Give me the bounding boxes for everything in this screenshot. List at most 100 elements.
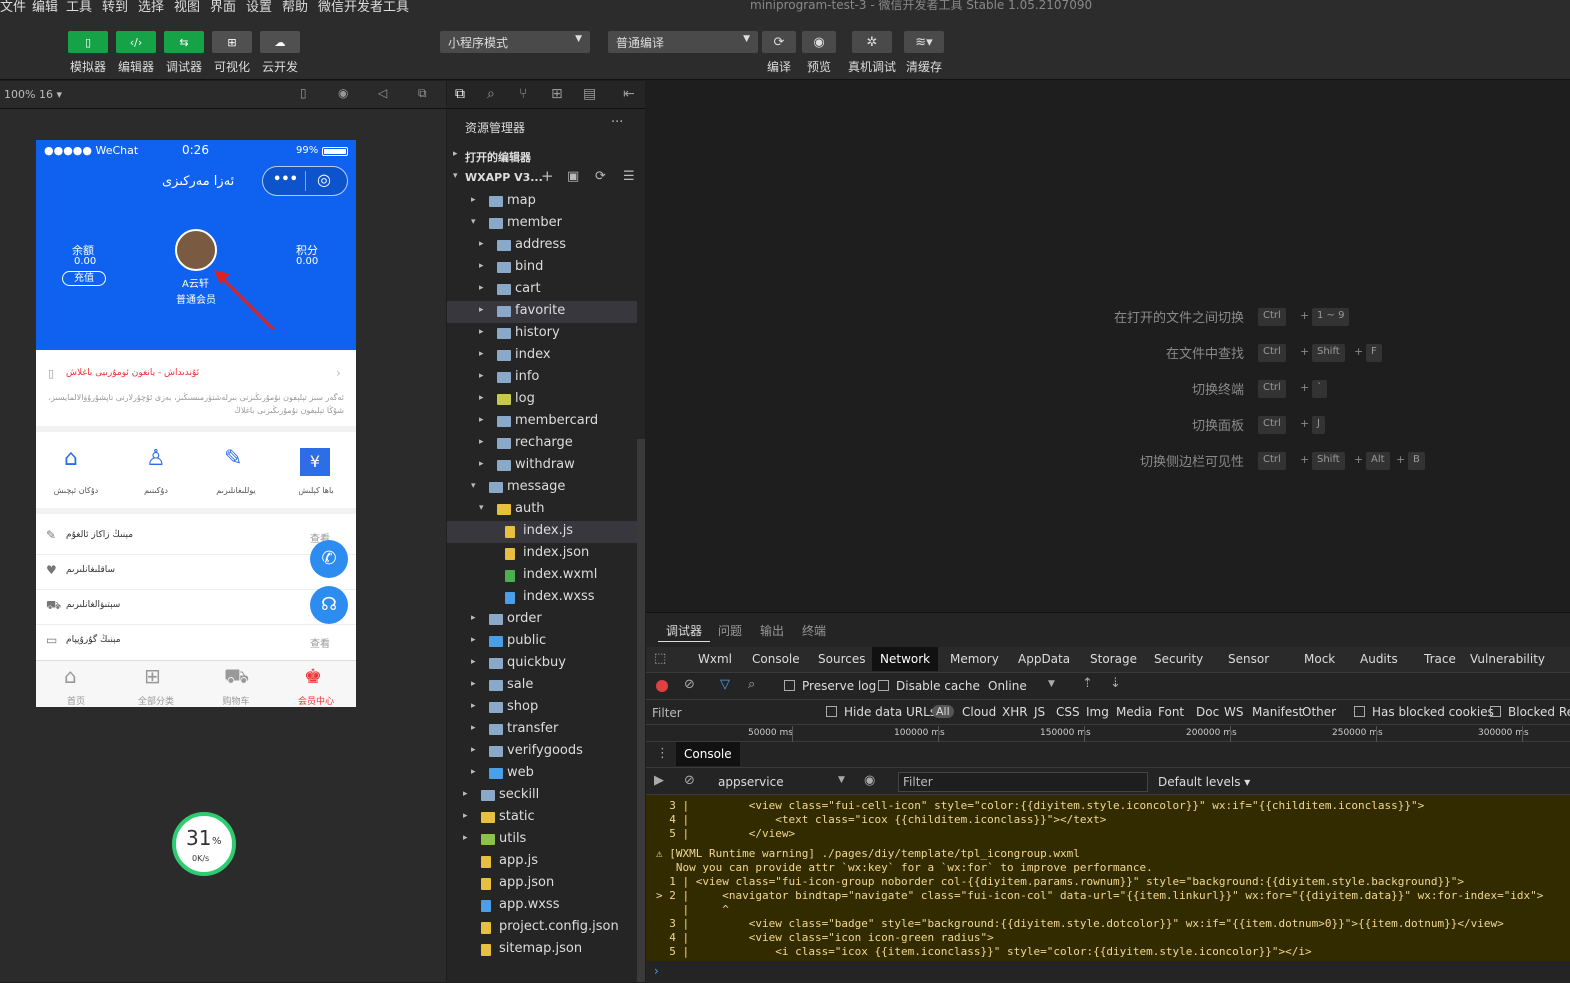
devtools-tab-appdata[interactable]: AppData xyxy=(1010,647,1078,671)
devtools-tab-storage[interactable]: Storage xyxy=(1082,647,1145,671)
preview-button[interactable]: ◉ xyxy=(802,31,836,53)
tree-item[interactable]: ▸ bind xyxy=(447,257,637,279)
grid-item-posts[interactable]: ✎ يوللىغانلىرىم xyxy=(196,438,276,508)
filter-type-css[interactable]: CSS xyxy=(1056,705,1080,719)
filter-type-all[interactable]: All xyxy=(932,705,954,718)
simulator-toggle-button[interactable]: ▯ xyxy=(68,31,108,53)
tab-member-center[interactable]: ♚ 会员中心 xyxy=(276,661,356,707)
tree-item[interactable]: app.js xyxy=(447,851,637,873)
new-folder-icon[interactable]: ▣ xyxy=(567,169,579,184)
tree-item[interactable]: ▸ transfer xyxy=(447,719,637,741)
devtools-tab-security[interactable]: Security xyxy=(1146,647,1211,671)
devtools-tab-network[interactable]: Network xyxy=(872,647,939,671)
menu-view[interactable]: 视图 xyxy=(174,0,200,12)
devtools-tab-sensor[interactable]: Sensor xyxy=(1220,647,1277,671)
network-speed-widget[interactable]: 31 % 0K/s xyxy=(172,812,236,876)
tree-item[interactable]: ▸ cart xyxy=(447,279,637,301)
tree-item[interactable]: app.wxss xyxy=(447,895,637,917)
collapse-sidebar-icon[interactable]: ⇤ xyxy=(623,86,635,102)
clear-console-icon[interactable]: ⊘ xyxy=(684,773,695,788)
search-icon[interactable]: ⌕ xyxy=(487,86,495,102)
devtools-tab-wxml[interactable]: Wxml xyxy=(690,647,740,671)
tree-item[interactable]: ▸ seckill xyxy=(447,785,637,807)
menu-file[interactable]: 文件 xyxy=(0,0,26,12)
blocked-requests-checkbox[interactable] xyxy=(1490,706,1501,717)
tree-item[interactable]: ▸ web xyxy=(447,763,637,785)
log-levels-select[interactable]: Default levels ▾ xyxy=(1158,775,1250,789)
compile-button[interactable]: ⟳ xyxy=(762,31,796,53)
tree-item[interactable]: ▸ favorite xyxy=(447,301,637,323)
devtools-tab-vulnerability[interactable]: Vulnerability xyxy=(1462,647,1553,671)
tab-home[interactable]: ⌂ 首页 xyxy=(36,661,116,707)
tree-item[interactable]: index.wxss xyxy=(447,587,637,609)
git-branch-icon[interactable]: ⑂ xyxy=(519,86,527,102)
tree-item[interactable]: app.json xyxy=(447,873,637,895)
detach-window-icon[interactable]: ⧉ xyxy=(418,86,427,101)
tree-item[interactable]: ▸ verifygoods xyxy=(447,741,637,763)
tree-item[interactable]: ▸ public xyxy=(447,631,637,653)
tree-item[interactable]: ▸ history xyxy=(447,323,637,345)
notice-card[interactable]: ▯ ئۇندىداش - يانغون ئومۇرىيى باغلاش › ئە… xyxy=(36,358,356,432)
tree-item[interactable]: ▸ utils xyxy=(447,829,637,851)
console-drawer-tab[interactable]: Console xyxy=(676,742,740,766)
filter-type-img[interactable]: Img xyxy=(1086,705,1109,719)
zoom-select[interactable]: 100% 16 ▾ xyxy=(4,88,62,101)
record-button[interactable] xyxy=(656,680,668,692)
devtools-tab-mock[interactable]: Mock xyxy=(1296,647,1343,671)
collapse-all-icon[interactable]: ☰ xyxy=(623,169,635,184)
project-section[interactable]: ▾ WXAPP V3... + ▣ ⟳ ☰ xyxy=(447,167,645,189)
debugger-toggle-button[interactable]: ⇆ xyxy=(164,31,204,53)
grid-item-open-shop[interactable]: ⌂ دۇكان ئېچىش xyxy=(36,438,116,508)
tree-item[interactable]: ▾ member xyxy=(447,213,637,235)
filter-type-font[interactable]: Font xyxy=(1158,705,1184,719)
phone-call-button[interactable]: ✆ xyxy=(310,540,348,578)
filter-type-other[interactable]: Other xyxy=(1302,705,1336,719)
tree-item[interactable]: ▸ index xyxy=(447,345,637,367)
close-target-icon[interactable]: ◎ xyxy=(317,170,331,189)
inspect-element-icon[interactable]: ⬚ xyxy=(654,651,666,666)
eye-icon[interactable]: ◉ xyxy=(864,773,875,788)
clear-cache-button[interactable]: ≋▾ xyxy=(904,31,944,53)
explorer-scrollbar[interactable] xyxy=(637,439,645,982)
menu-tools[interactable]: 工具 xyxy=(66,0,92,12)
remote-debug-button[interactable]: ✲ xyxy=(852,31,892,53)
tree-item[interactable]: index.js xyxy=(447,521,637,543)
avatar[interactable] xyxy=(175,229,217,271)
tree-item[interactable]: index.json xyxy=(447,543,637,565)
clear-icon[interactable]: ⊘ xyxy=(684,677,695,692)
device-icon[interactable]: ▯ xyxy=(300,86,307,100)
upload-icon[interactable]: ⇡ xyxy=(1082,676,1093,691)
tree-item[interactable]: ▾ auth xyxy=(447,499,637,521)
tree-item[interactable]: project.config.json xyxy=(447,917,637,939)
panel-icon[interactable]: ▤ xyxy=(583,86,596,102)
new-file-icon[interactable]: + xyxy=(541,167,554,185)
tree-item[interactable]: ▸ recharge xyxy=(447,433,637,455)
tree-item[interactable]: ▸ address xyxy=(447,235,637,257)
list-item[interactable]: ♥ ساقلىغانلىرىم xyxy=(36,555,356,590)
filter-type-ws[interactable]: WS xyxy=(1224,705,1243,719)
tree-item[interactable]: ▾ message xyxy=(447,477,637,499)
tree-item[interactable]: index.wxml xyxy=(447,565,637,587)
tab-issues[interactable]: 问题 xyxy=(710,620,750,641)
download-icon[interactable]: ⇣ xyxy=(1110,676,1121,691)
grid-item-coupon[interactable]: ¥ باھا كېلىش xyxy=(276,438,356,508)
filter-type-manifest[interactable]: Manifest xyxy=(1252,705,1303,719)
volume-icon[interactable]: ◁ xyxy=(378,86,387,100)
menu-wechat-devtools[interactable]: 微信开发者工具 xyxy=(318,0,409,12)
drawer-menu-icon[interactable]: ⋮ xyxy=(656,746,669,761)
grid-item-my-shop[interactable]: ♙ دۇكىنىم xyxy=(116,438,196,508)
tab-output[interactable]: 输出 xyxy=(752,620,792,641)
menu-edit[interactable]: 编辑 xyxy=(32,0,58,12)
filter-icon[interactable]: ▽ xyxy=(720,677,730,692)
mode-select[interactable]: 小程序模式 ▼ xyxy=(440,31,590,53)
record-icon[interactable]: ◉ xyxy=(338,86,348,100)
tree-item[interactable]: ▸ sale xyxy=(447,675,637,697)
open-editors-section[interactable]: ▸ 打开的编辑器 xyxy=(447,145,645,167)
more-icon[interactable]: ··· xyxy=(611,115,623,130)
tree-item[interactable]: ▸ shop xyxy=(447,697,637,719)
devtools-tab-audits[interactable]: Audits xyxy=(1352,647,1406,671)
editor-toggle-button[interactable]: ‹/› xyxy=(116,31,156,53)
compile-mode-select[interactable]: 普通编译 ▼ xyxy=(608,31,758,53)
more-icon[interactable]: ••• xyxy=(273,172,298,187)
extensions-icon[interactable]: ⊞ xyxy=(551,86,563,102)
